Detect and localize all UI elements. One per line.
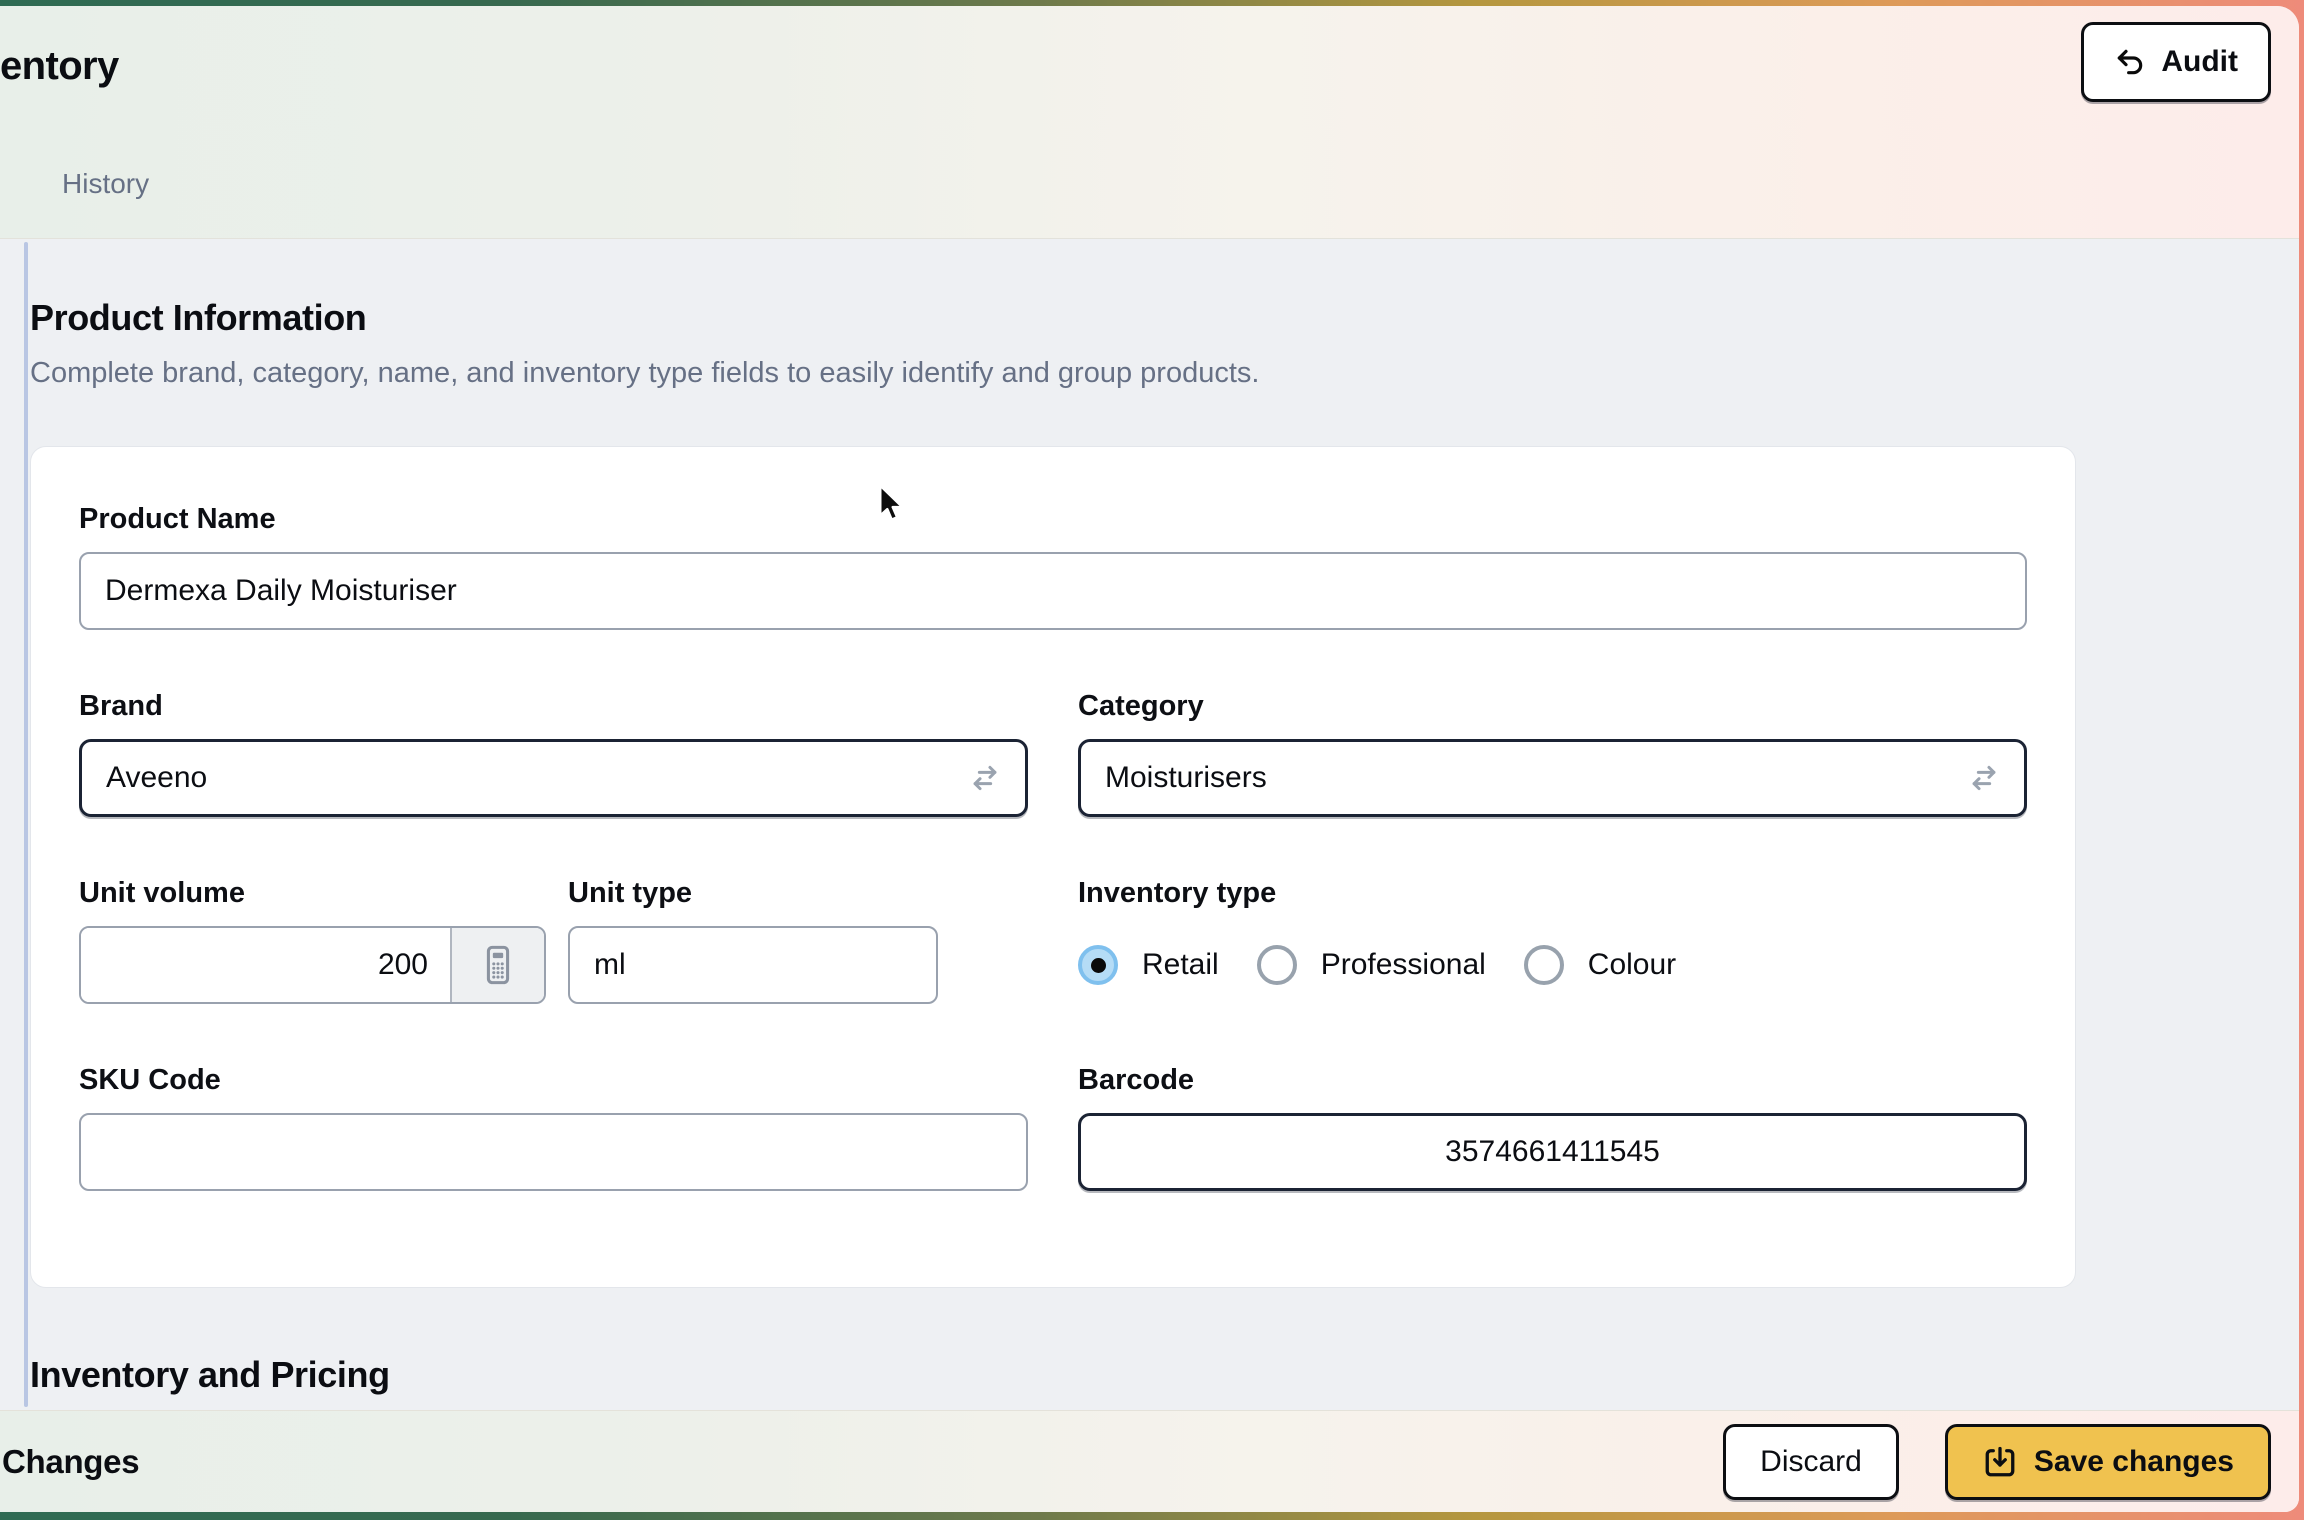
changes-label: Changes bbox=[2, 1443, 139, 1481]
barcode-input[interactable] bbox=[1078, 1113, 2027, 1191]
discard-button[interactable]: Discard bbox=[1723, 1424, 1899, 1500]
radio-professional[interactable]: Professional bbox=[1257, 945, 1486, 985]
save-changes-button[interactable]: Save changes bbox=[1945, 1424, 2271, 1500]
product-information-heading: Product Information bbox=[30, 297, 2299, 339]
radio-circle-icon bbox=[1524, 945, 1564, 985]
calculator-button[interactable] bbox=[450, 928, 544, 1002]
audit-button[interactable]: Audit bbox=[2081, 22, 2271, 102]
category-field-group: Category bbox=[1078, 690, 2027, 817]
radio-retail[interactable]: Retail bbox=[1078, 945, 1219, 985]
category-input[interactable] bbox=[1078, 739, 2027, 817]
app-window: entory History Audit Product Information… bbox=[0, 6, 2299, 1512]
product-name-label: Product Name bbox=[79, 503, 2027, 536]
unit-type-field-group: Unit type bbox=[568, 877, 938, 1004]
radio-colour[interactable]: Colour bbox=[1524, 945, 1676, 985]
unit-volume-field-group: Unit volume bbox=[79, 877, 546, 1004]
product-information-card: Product Name Brand bbox=[30, 446, 2076, 1288]
page-title: entory bbox=[0, 44, 119, 89]
sku-label: SKU Code bbox=[79, 1064, 1028, 1097]
brand-label: Brand bbox=[79, 690, 1028, 723]
sku-input[interactable] bbox=[79, 1113, 1028, 1191]
tab-history[interactable]: History bbox=[62, 168, 149, 200]
scrollbar-track[interactable] bbox=[24, 242, 28, 1407]
calculator-icon bbox=[475, 942, 521, 988]
audit-button-label: Audit bbox=[2161, 45, 2238, 79]
sku-field-group: SKU Code bbox=[79, 1064, 1028, 1191]
undo-arrow-icon bbox=[2114, 46, 2146, 78]
save-changes-label: Save changes bbox=[2034, 1445, 2234, 1479]
changes-bar: Changes Discard Save changes bbox=[0, 1410, 2299, 1512]
radio-colour-label: Colour bbox=[1588, 948, 1676, 982]
main-content: Product Information Complete brand, cate… bbox=[0, 239, 2299, 1410]
brand-field-group: Brand bbox=[79, 690, 1028, 817]
radio-retail-label: Retail bbox=[1142, 948, 1219, 982]
product-name-input[interactable] bbox=[79, 552, 2027, 630]
save-import-icon bbox=[1982, 1444, 2018, 1480]
inventory-type-field-group: Inventory type Retail Professional Co bbox=[1078, 877, 2027, 1004]
product-name-field-group: Product Name bbox=[79, 503, 2027, 630]
radio-circle-icon bbox=[1257, 945, 1297, 985]
unit-type-label: Unit type bbox=[568, 877, 938, 910]
unit-type-input[interactable] bbox=[568, 926, 938, 1004]
category-label: Category bbox=[1078, 690, 2027, 723]
unit-volume-input[interactable] bbox=[81, 928, 450, 1002]
inventory-and-pricing-heading: Inventory and Pricing bbox=[30, 1354, 2299, 1396]
brand-input[interactable] bbox=[79, 739, 1028, 817]
swap-arrows-icon[interactable] bbox=[1967, 761, 2001, 795]
product-information-subtitle: Complete brand, category, name, and inve… bbox=[30, 357, 2299, 390]
swap-arrows-icon[interactable] bbox=[968, 761, 1002, 795]
radio-professional-label: Professional bbox=[1321, 948, 1486, 982]
unit-volume-label: Unit volume bbox=[79, 877, 546, 910]
page-header: entory History Audit bbox=[0, 6, 2299, 239]
barcode-field-group: Barcode bbox=[1078, 1064, 2027, 1191]
inventory-type-label: Inventory type bbox=[1078, 877, 2027, 910]
barcode-label: Barcode bbox=[1078, 1064, 2027, 1097]
radio-circle-icon bbox=[1078, 945, 1118, 985]
